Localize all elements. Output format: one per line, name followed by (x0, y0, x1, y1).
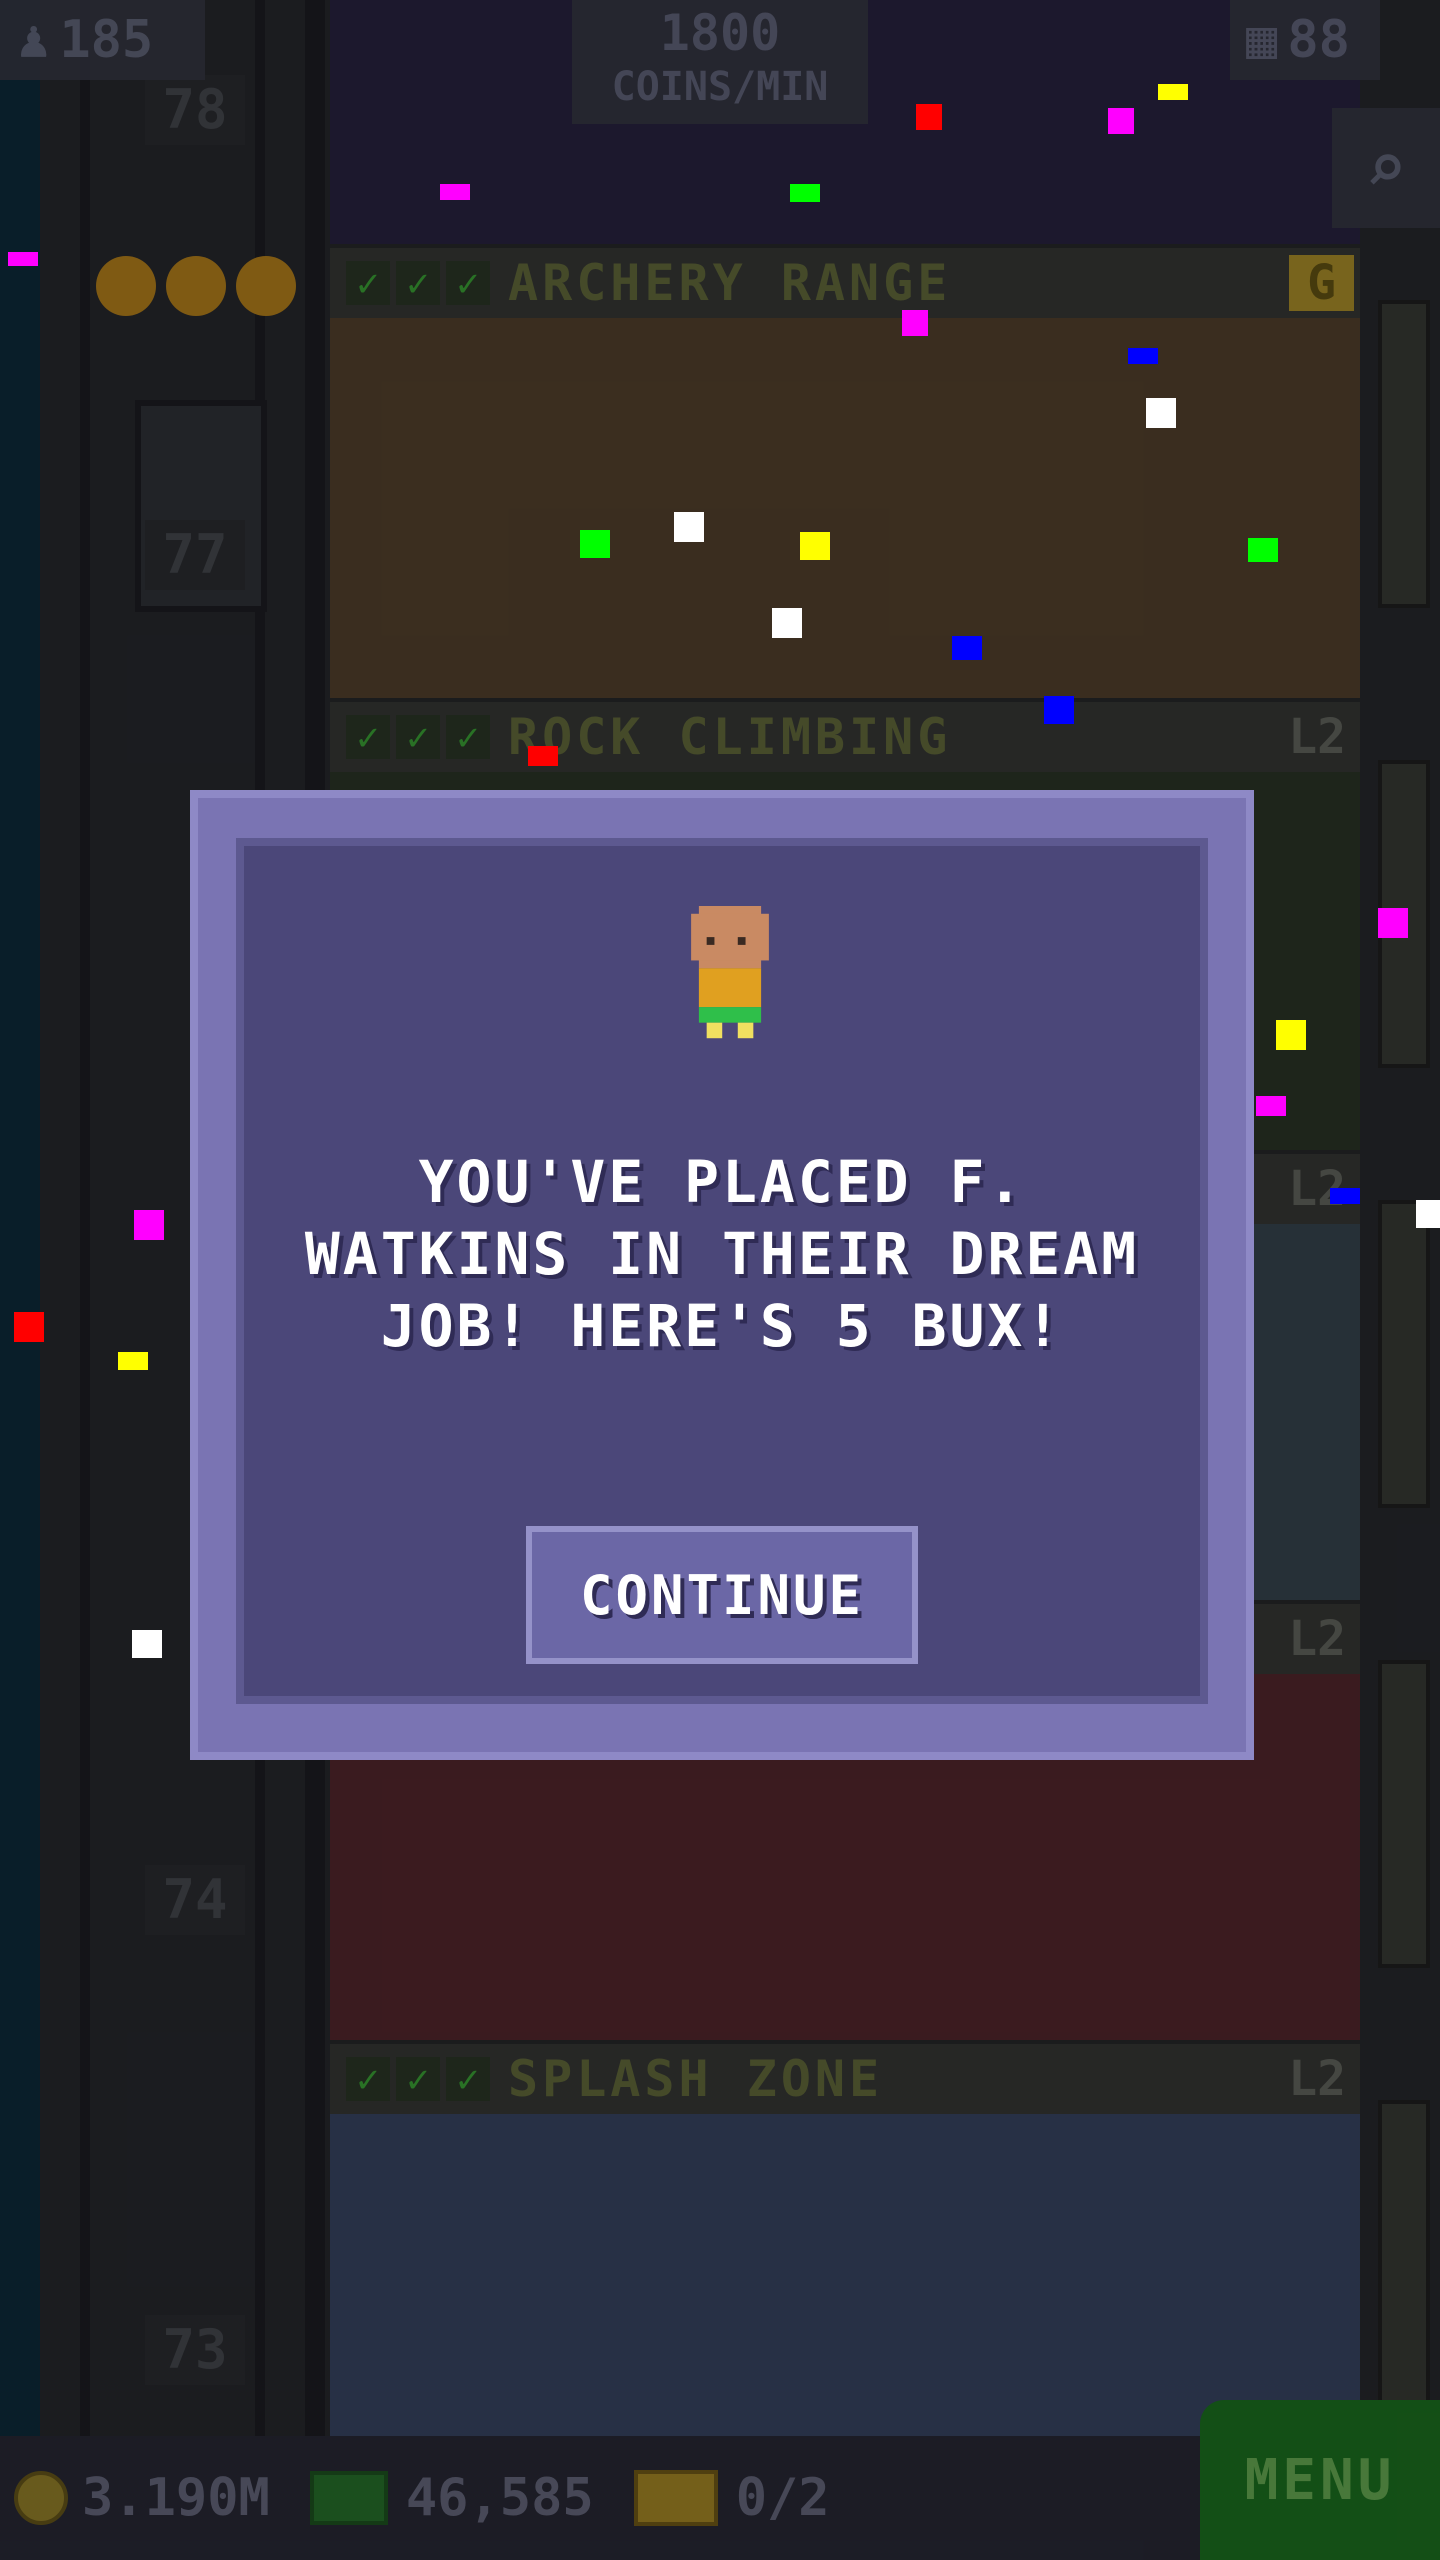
confetti (1330, 1188, 1360, 1204)
continue-button[interactable]: CONTINUE (526, 1526, 918, 1664)
confetti (674, 512, 704, 542)
confetti (118, 1352, 148, 1370)
confetti (1378, 908, 1408, 938)
confetti (916, 104, 942, 130)
worker-avatar (691, 906, 769, 1039)
confetti (132, 1630, 162, 1658)
confetti (1146, 398, 1176, 428)
confetti (1108, 108, 1134, 134)
confetti (952, 636, 982, 660)
confetti (790, 184, 820, 202)
confetti (14, 1312, 44, 1342)
reward-message: YOU'VE PLACED F. WATKINS IN THEIR DREAM … (304, 1148, 1140, 1360)
confetti (580, 530, 610, 558)
confetti (134, 1210, 164, 1240)
confetti (440, 184, 470, 200)
confetti (902, 310, 928, 336)
confetti (800, 532, 830, 560)
confetti (1416, 1200, 1440, 1228)
confetti (1128, 348, 1158, 364)
reward-dialog-panel: YOU'VE PLACED F. WATKINS IN THEIR DREAM … (236, 838, 1208, 1704)
confetti (1044, 696, 1074, 724)
confetti (8, 252, 38, 266)
reward-dialog: YOU'VE PLACED F. WATKINS IN THEIR DREAM … (190, 790, 1254, 1760)
confetti (772, 608, 802, 638)
confetti (528, 746, 558, 766)
confetti (1256, 1096, 1286, 1116)
confetti (1248, 538, 1278, 562)
confetti (1158, 84, 1188, 100)
confetti (1276, 1020, 1306, 1050)
